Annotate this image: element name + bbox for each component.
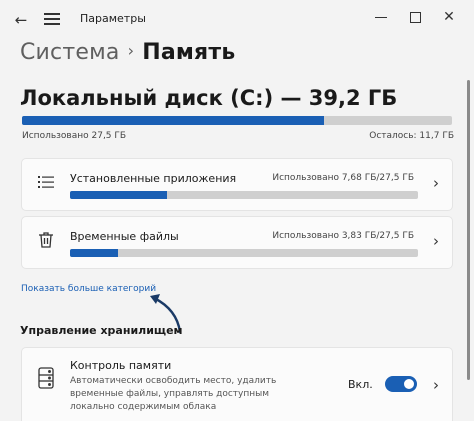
close-button[interactable]: ✕ xyxy=(437,7,461,27)
chevron-right-icon: › xyxy=(433,376,439,394)
category-label: Установленные приложения xyxy=(70,172,237,185)
hamburger-menu-icon[interactable] xyxy=(44,13,60,25)
category-usage-value: Использовано 3,83 ГБ/27,5 ГБ xyxy=(272,231,414,241)
breadcrumb: Система › Память xyxy=(20,40,235,70)
minimize-button[interactable] xyxy=(369,7,393,27)
chevron-right-icon: › xyxy=(433,174,439,192)
storage-sense-description: Автоматически освободить место, удалить … xyxy=(70,376,277,412)
category-usage-value: Использовано 7,68 ГБ/27,5 ГБ xyxy=(272,173,414,183)
category-card-apps[interactable]: Установленные приложения Использовано 7,… xyxy=(21,158,453,211)
maximize-button[interactable] xyxy=(403,7,427,27)
storage-sense-title: Контроль памяти xyxy=(70,359,172,372)
storage-sense-state-label: Вкл. xyxy=(348,378,373,391)
disk-free-label: Осталось: 11,7 ГБ xyxy=(369,131,454,141)
back-arrow-icon[interactable]: ← xyxy=(12,11,30,29)
storage-drive-icon xyxy=(37,367,55,393)
chevron-right-icon: › xyxy=(433,232,439,250)
toggle-knob xyxy=(404,379,414,389)
trash-icon xyxy=(36,230,56,250)
breadcrumb-chevron-icon: › xyxy=(127,41,135,60)
disk-usage-bar xyxy=(22,116,452,125)
title-bar: ← Параметры ✕ xyxy=(0,0,474,40)
category-card-temp-files[interactable]: Временные файлы Использовано 3,83 ГБ/27,… xyxy=(21,216,453,269)
category-usage-fill xyxy=(70,249,119,257)
storage-management-heading: Управление хранилищем xyxy=(20,324,183,337)
disk-used-label: Использовано 27,5 ГБ xyxy=(22,131,127,141)
storage-sense-card[interactable]: Контроль памяти Автоматически освободить… xyxy=(21,347,453,421)
category-usage-bar xyxy=(70,249,418,257)
scrollbar[interactable] xyxy=(467,80,470,380)
category-usage-fill xyxy=(70,191,168,199)
show-more-categories-link[interactable]: Показать больше категорий xyxy=(21,284,156,294)
category-label: Временные файлы xyxy=(70,230,179,243)
page-title: Память xyxy=(142,40,236,65)
category-usage-bar xyxy=(70,191,418,199)
window-title: Параметры xyxy=(80,12,146,25)
breadcrumb-parent-link[interactable]: Система xyxy=(20,40,120,65)
disk-title: Локальный диск (C:) — 39,2 ГБ xyxy=(20,86,398,110)
apps-list-icon xyxy=(36,172,56,192)
disk-usage-fill xyxy=(22,116,324,125)
storage-sense-toggle[interactable] xyxy=(385,376,417,392)
